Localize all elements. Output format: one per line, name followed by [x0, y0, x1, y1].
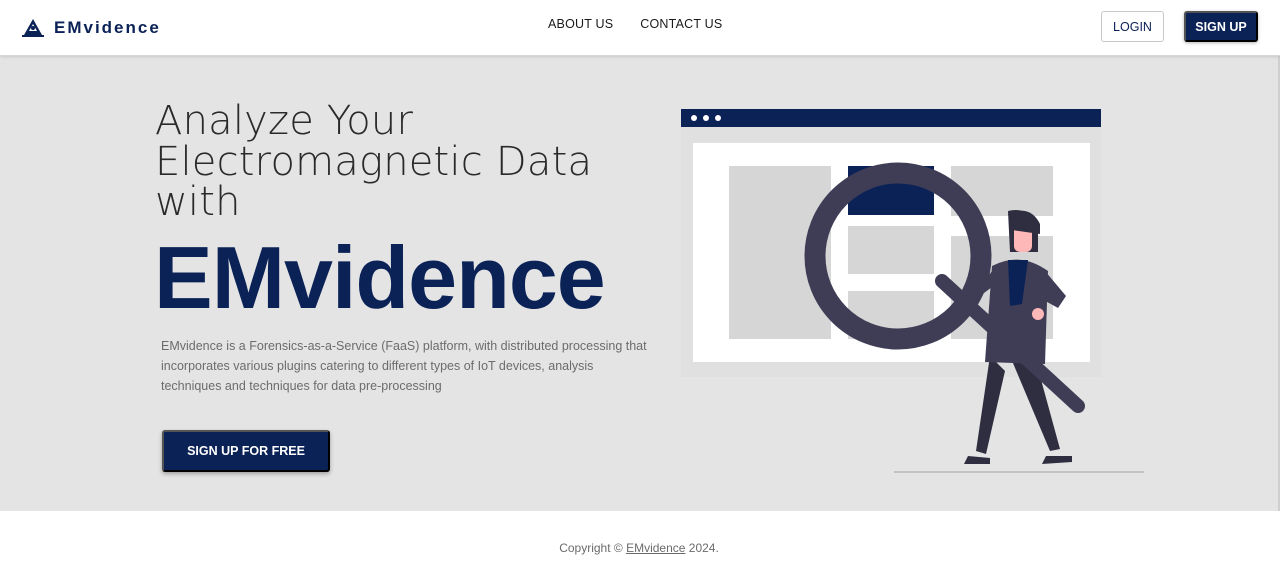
footer-brand-link[interactable]: EMvidence: [626, 541, 685, 555]
signup-for-free-button[interactable]: SIGN UP FOR FREE: [162, 430, 330, 472]
headline-line-2: Electromagnetic Data: [155, 138, 593, 185]
nav-links: ABOUT US CONTACT US: [548, 17, 722, 31]
login-button[interactable]: LOGIN: [1101, 11, 1164, 42]
headline-line-1: Analyze Your: [155, 98, 414, 144]
brand-name: EMvidence: [54, 18, 161, 37]
nav-link-about-us[interactable]: ABOUT US: [548, 17, 613, 31]
nav-link-contact-us[interactable]: CONTACT US: [640, 17, 722, 31]
hero-brand-title: EMvidence: [154, 228, 606, 327]
hero-description: EMvidence is a Forensics-as-a-Service (F…: [161, 339, 647, 394]
copyright-prefix: Copyright ©: [559, 541, 627, 555]
woman-with-magnifier-illustration: [681, 109, 1144, 473]
hero-headline: Analyze Your Electromagnetic Data with: [155, 101, 625, 223]
copyright-suffix: 2024.: [685, 541, 719, 555]
signup-button[interactable]: SIGN UP: [1184, 11, 1258, 42]
top-navbar: EMvidence ABOUT US CONTACT US LOGIN SIGN…: [0, 0, 1280, 56]
emvidence-logo-icon: [22, 19, 44, 37]
browser-titlebar-shape: [681, 109, 1101, 127]
page-footer: Copyright © EMvidence 2024.: [0, 511, 1280, 576]
copyright-text: Copyright © EMvidence 2024.: [0, 541, 1278, 555]
hero-section: Analyze Your Electromagnetic Data with E…: [0, 56, 1278, 511]
brand-link[interactable]: EMvidence: [20, 14, 161, 42]
headline-line-3: with: [155, 179, 241, 225]
